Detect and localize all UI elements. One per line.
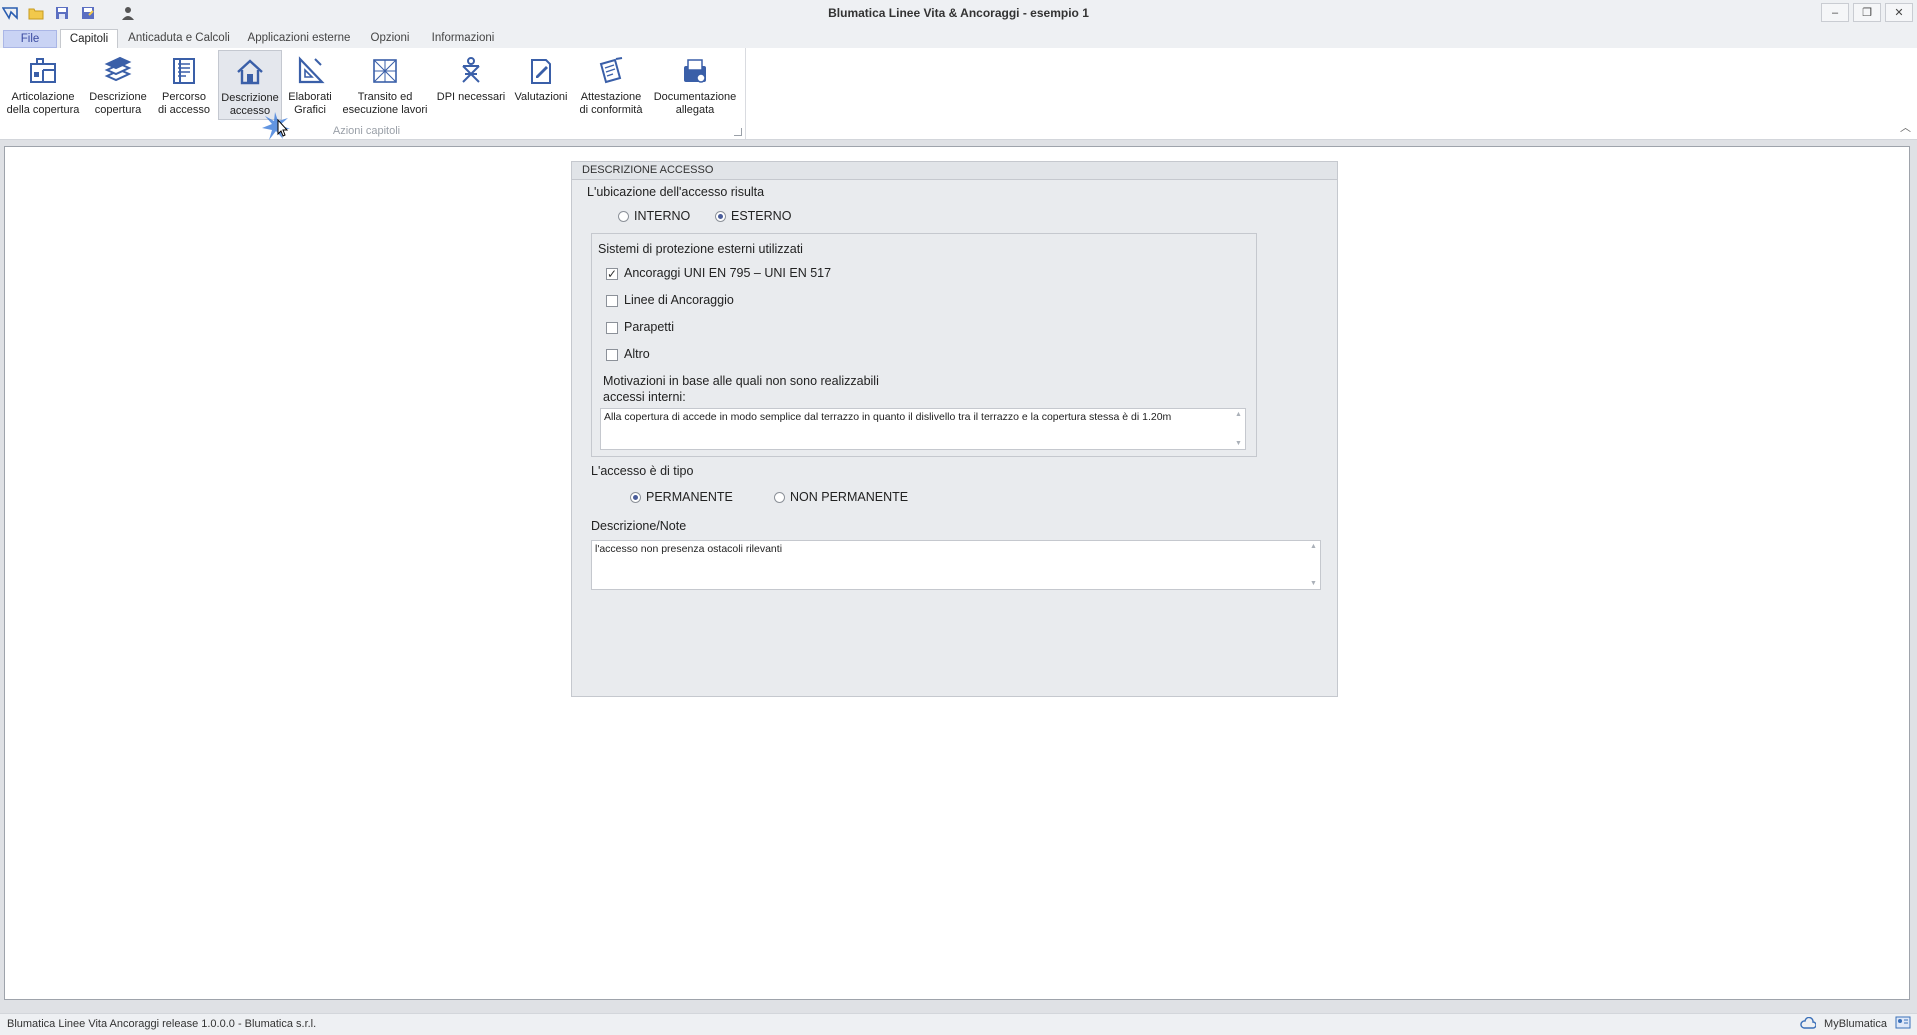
group-launcher-icon[interactable]: [734, 128, 742, 136]
status-right: MyBlumatica: [1800, 1016, 1911, 1032]
motivation-text: Alla copertura di accede in modo semplic…: [604, 411, 1172, 423]
myblumatica-link[interactable]: MyBlumatica: [1824, 1018, 1887, 1030]
button-label-line1: Descrizione: [221, 92, 279, 104]
percorso-accesso-button[interactable]: Percorso di accesso: [154, 50, 214, 118]
drafting-triangle-icon: [292, 53, 328, 89]
access-type-label: L'accesso è di tipo: [591, 464, 694, 478]
button-label-line1: Transito ed: [357, 91, 413, 103]
descrizione-accesso-panel: DESCRIZIONE ACCESSO L'ubicazione dell'ac…: [571, 161, 1338, 697]
valutazioni-button[interactable]: Valutazioni: [512, 50, 570, 118]
radio-esterno-label[interactable]: ESTERNO: [731, 209, 791, 223]
panel-header: DESCRIZIONE ACCESSO: [572, 162, 1337, 180]
radio-permanente[interactable]: [630, 492, 641, 503]
ribbon-group-azioni-capitoli: Articolazione della copertura Descrizion…: [0, 48, 746, 139]
window-controls: – ❐ ✕: [1821, 3, 1913, 22]
checkbox-linee-ancoraggio-label[interactable]: Linee di Ancoraggio: [624, 293, 734, 307]
descrizione-accesso-button[interactable]: Descrizione accesso: [218, 50, 282, 120]
button-label-line2: allegata: [675, 104, 715, 116]
close-button[interactable]: ✕: [1885, 3, 1913, 22]
articolazione-copertura-button[interactable]: Articolazione della copertura: [4, 50, 82, 118]
window-title: Blumatica Linee Vita & Ancoraggi - esemp…: [828, 6, 1089, 20]
ribbon-tabs: File Capitoli Anticaduta e Calcoli Appli…: [0, 26, 1917, 49]
cloud-icon: [1800, 1016, 1817, 1032]
walkway-icon: [367, 53, 403, 89]
button-label-line2: di conformità: [579, 104, 643, 116]
textarea-scrollbar[interactable]: ▲ ▼: [1307, 541, 1320, 589]
button-label-line1: Attestazione: [580, 91, 642, 103]
signed-document-icon: [593, 53, 629, 89]
radio-interno[interactable]: [618, 211, 629, 222]
documentazione-allegata-button[interactable]: Documentazione allegata: [652, 50, 738, 118]
checkbox-altro-label[interactable]: Altro: [624, 347, 650, 361]
motivation-label-line2: accessi interni:: [603, 390, 686, 404]
collapse-ribbon-icon[interactable]: ︿: [1900, 119, 1911, 135]
title-bar: Blumatica Linee Vita & Ancoraggi - esemp…: [0, 0, 1917, 26]
systems-title: Sistemi di protezione esterni utilizzati: [598, 242, 803, 256]
button-label-line2: esecuzione lavori: [342, 104, 428, 116]
book-stack-icon: [100, 53, 136, 89]
house-icon: [232, 54, 268, 90]
textarea-scrollbar[interactable]: ▲ ▼: [1232, 409, 1245, 449]
notes-textarea[interactable]: l'accesso non presenza ostacoli rilevant…: [591, 540, 1321, 590]
button-label-line2: della copertura: [6, 104, 80, 116]
notes-text: l'accesso non presenza ostacoli rilevant…: [595, 543, 783, 555]
protection-systems-group: Sistemi di protezione esterni utilizzati…: [591, 233, 1257, 457]
motivation-label-line1: Motivazioni in base alle quali non sono …: [603, 374, 879, 388]
checkbox-altro[interactable]: [606, 349, 618, 361]
contact-card-icon[interactable]: [1895, 1016, 1911, 1032]
button-label-line1: DPI necessari: [436, 91, 506, 103]
checkbox-linee-ancoraggio[interactable]: [606, 295, 618, 307]
tab-capitoli[interactable]: Capitoli: [60, 29, 118, 49]
location-label: L'ubicazione dell'accesso risulta: [587, 185, 765, 199]
button-label-line1: Valutazioni: [514, 91, 568, 103]
button-label-line1: Elaborati: [288, 91, 332, 103]
dpi-necessari-button[interactable]: DPI necessari: [434, 50, 508, 118]
tab-opzioni[interactable]: Opzioni: [364, 29, 416, 48]
checkbox-ancoraggi[interactable]: ✓: [606, 268, 618, 280]
attestazione-conformita-button[interactable]: Attestazione di conformità: [574, 50, 648, 118]
button-label-line1: Articolazione: [11, 91, 75, 103]
structure-icon: [25, 53, 61, 89]
mouse-cursor-icon: [262, 112, 292, 142]
button-label-line2: di accesso: [158, 104, 210, 116]
button-label-line2: copertura: [94, 104, 142, 116]
button-label-line1: Percorso: [161, 91, 207, 103]
minimize-button[interactable]: –: [1821, 3, 1849, 22]
transito-esecuzione-lavori-button[interactable]: Transito ed esecuzione lavori: [340, 50, 430, 118]
restore-button[interactable]: ❐: [1853, 3, 1881, 22]
radio-non-permanente[interactable]: [774, 492, 785, 503]
tab-anticaduta-calcoli[interactable]: Anticaduta e Calcoli: [124, 29, 234, 48]
elaborati-grafici-button[interactable]: Elaborati Grafici: [284, 50, 336, 118]
ribbon-group-label: Azioni capitoli: [332, 125, 401, 137]
evaluation-icon: [523, 53, 559, 89]
button-label-line1: Descrizione: [89, 91, 147, 103]
notes-label: Descrizione/Note: [591, 519, 687, 533]
motivation-textarea[interactable]: Alla copertura di accede in modo semplic…: [600, 408, 1246, 450]
button-label-line1: Documentazione: [653, 91, 737, 103]
tab-informazioni[interactable]: Informazioni: [426, 29, 500, 48]
path-document-icon: [166, 53, 202, 89]
status-bar: Blumatica Linee Vita Ancoraggi release 1…: [0, 1013, 1917, 1035]
tab-applicazioni-esterne[interactable]: Applicazioni esterne: [244, 29, 354, 48]
checkbox-parapetti-label[interactable]: Parapetti: [624, 320, 674, 334]
checkbox-ancoraggi-label[interactable]: Ancoraggi UNI EN 795 – UNI EN 517: [624, 266, 831, 280]
attachment-box-icon: [677, 53, 713, 89]
descrizione-copertura-button[interactable]: Descrizione copertura: [86, 50, 150, 118]
radio-esterno[interactable]: [715, 211, 726, 222]
radio-non-permanente-label[interactable]: NON PERMANENTE: [790, 490, 908, 504]
tab-file[interactable]: File: [3, 30, 57, 48]
harness-icon: [453, 53, 489, 89]
checkbox-parapetti[interactable]: [606, 322, 618, 334]
radio-interno-label[interactable]: INTERNO: [634, 209, 690, 223]
status-text: Blumatica Linee Vita Ancoraggi release 1…: [7, 1018, 317, 1030]
radio-permanente-label[interactable]: PERMANENTE: [646, 490, 733, 504]
